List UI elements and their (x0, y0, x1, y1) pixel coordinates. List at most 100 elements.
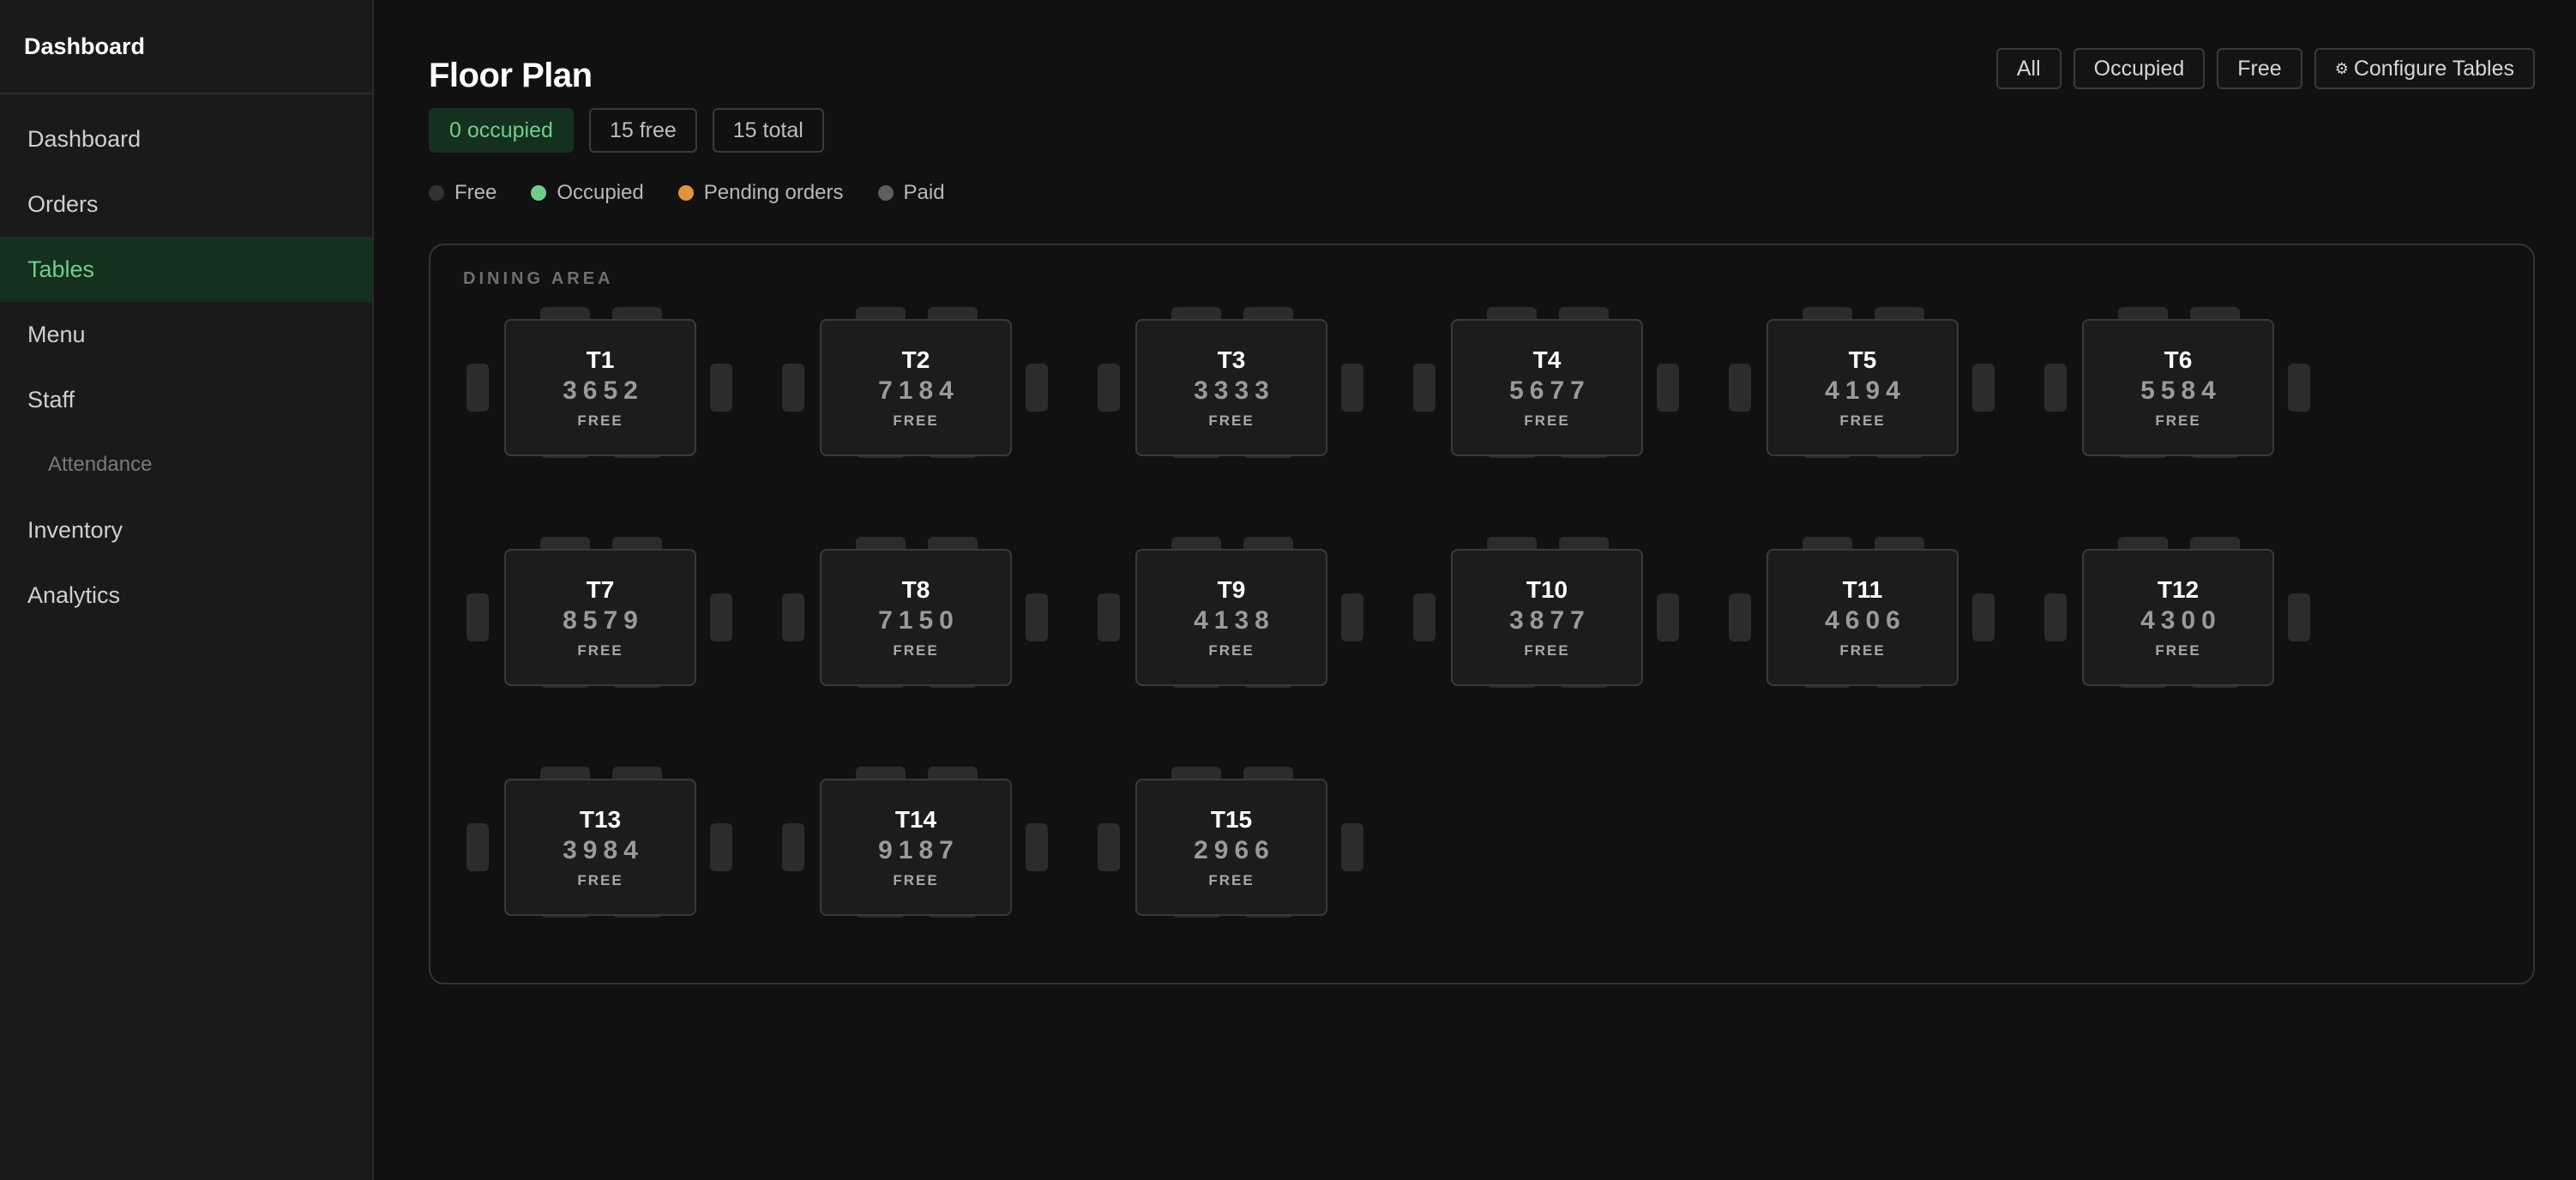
table-status: FREE (1524, 642, 1570, 659)
table-card[interactable]: T10 3877 FREE (1413, 537, 1679, 688)
main-content: Floor Plan 0 occupied 15 free 15 total F… (374, 0, 2576, 1180)
table-code: 3333 (1194, 376, 1275, 405)
table-name: T9 (1217, 576, 1246, 603)
configure-tables-button[interactable]: ⚙ Configure Tables (2314, 48, 2535, 89)
table-surface: T7 8579 FREE (504, 549, 696, 686)
table-surface: T4 5677 FREE (1451, 319, 1643, 456)
dining-area: DINING AREA T1 3652 FREE T2 7184 FREE T3 3333 FR… (429, 244, 2535, 984)
sidebar-item-orders[interactable]: Orders (0, 172, 372, 237)
chair-icon (710, 593, 732, 641)
table-status: FREE (893, 872, 939, 888)
legend-item-occupied: Occupied (531, 181, 644, 205)
chair-icon (1972, 364, 1995, 412)
page-title: Floor Plan (429, 57, 593, 94)
chair-icon (2288, 364, 2310, 412)
occupied-count-badge: 0 occupied (429, 108, 574, 153)
sidebar-item-dashboard[interactable]: Dashboard (0, 106, 372, 172)
table-card[interactable]: T3 3333 FREE (1098, 307, 1363, 458)
chair-icon (466, 593, 489, 641)
chair-icon (1729, 593, 1751, 641)
table-card[interactable]: T15 2966 FREE (1098, 767, 1363, 918)
chair-icon (1026, 823, 1048, 871)
table-status: FREE (577, 412, 623, 429)
legend-item-free: Free (429, 181, 497, 205)
table-card[interactable]: T8 7150 FREE (782, 537, 1048, 688)
table-surface: T13 3984 FREE (504, 779, 696, 916)
sidebar-item-menu[interactable]: Menu (0, 302, 372, 367)
chair-icon (466, 823, 489, 871)
legend-label: Occupied (557, 181, 644, 204)
table-status: FREE (1208, 872, 1255, 888)
free-dot-icon (429, 185, 444, 201)
table-code: 4606 (1825, 606, 1906, 635)
chair-icon (1026, 593, 1048, 641)
table-surface: T5 4194 FREE (1766, 319, 1959, 456)
table-card[interactable]: T6 5584 FREE (2044, 307, 2310, 458)
free-count-badge: 15 free (588, 108, 697, 153)
sidebar-item-attendance[interactable]: Attendance (0, 432, 372, 497)
table-status: FREE (1208, 412, 1255, 429)
table-status: FREE (893, 642, 939, 659)
filter-occupied-button[interactable]: Occupied (2073, 48, 2206, 89)
table-surface: T11 4606 FREE (1766, 549, 1959, 686)
sidebar-item-inventory[interactable]: Inventory (0, 497, 372, 563)
table-name: T2 (901, 346, 930, 373)
table-code: 3652 (563, 376, 644, 405)
chair-icon (1098, 593, 1120, 641)
sidebar-brand[interactable]: Dashboard (0, 0, 372, 94)
table-name: T15 (1210, 806, 1253, 833)
table-surface: T6 5584 FREE (2082, 319, 2274, 456)
total-count-badge: 15 total (712, 108, 824, 153)
table-card[interactable]: T1 3652 FREE (466, 307, 732, 458)
table-name: T10 (1526, 576, 1568, 603)
chair-icon (1413, 593, 1435, 641)
gear-icon: ⚙ (2334, 59, 2349, 77)
table-status: FREE (577, 872, 623, 888)
table-surface: T12 4300 FREE (2082, 549, 2274, 686)
table-status: FREE (1208, 642, 1255, 659)
table-card[interactable]: T11 4606 FREE (1729, 537, 1995, 688)
sidebar-item-staff[interactable]: Staff (0, 367, 372, 432)
filter-all-button[interactable]: All (1995, 48, 2061, 89)
occupied-dot-icon (531, 185, 547, 201)
chair-icon (1341, 364, 1363, 412)
table-name: T7 (586, 576, 615, 603)
table-code: 5677 (1509, 376, 1591, 405)
table-card[interactable]: T14 9187 FREE (782, 767, 1048, 918)
table-card[interactable]: T4 5677 FREE (1413, 307, 1679, 458)
chair-icon (2044, 593, 2067, 641)
table-status: FREE (1524, 412, 1570, 429)
table-card[interactable]: T5 4194 FREE (1729, 307, 1995, 458)
dining-area-label: DINING AREA (463, 269, 614, 288)
chair-icon (710, 364, 732, 412)
configure-tables-label: Configure Tables (2353, 56, 2514, 81)
chair-icon (782, 364, 804, 412)
table-card[interactable]: T7 8579 FREE (466, 537, 732, 688)
sidebar-nav: Dashboard Orders Tables Menu Staff Atten… (0, 94, 372, 628)
sidebar-item-tables[interactable]: Tables (0, 237, 372, 302)
table-code: 4194 (1825, 376, 1906, 405)
table-surface: T10 3877 FREE (1451, 549, 1643, 686)
table-card[interactable]: T13 3984 FREE (466, 767, 732, 918)
chair-icon (782, 593, 804, 641)
chair-icon (2288, 593, 2310, 641)
table-status: FREE (1839, 412, 1886, 429)
table-surface: T1 3652 FREE (504, 319, 696, 456)
chair-icon (1098, 823, 1120, 871)
table-name: T4 (1532, 346, 1562, 373)
table-name: T8 (901, 576, 930, 603)
chair-icon (1341, 823, 1363, 871)
table-card[interactable]: T12 4300 FREE (2044, 537, 2310, 688)
chair-icon (710, 823, 732, 871)
table-card[interactable]: T2 7184 FREE (782, 307, 1048, 458)
chair-icon (1341, 593, 1363, 641)
filter-free-button[interactable]: Free (2217, 48, 2302, 89)
table-card[interactable]: T9 4138 FREE (1098, 537, 1363, 688)
table-code: 8579 (563, 606, 644, 635)
sidebar-item-analytics[interactable]: Analytics (0, 563, 372, 628)
table-code: 4300 (2140, 606, 2222, 635)
table-surface: T9 4138 FREE (1135, 549, 1327, 686)
table-surface: T14 9187 FREE (820, 779, 1012, 916)
table-code: 3877 (1509, 606, 1591, 635)
chair-icon (1972, 593, 1995, 641)
